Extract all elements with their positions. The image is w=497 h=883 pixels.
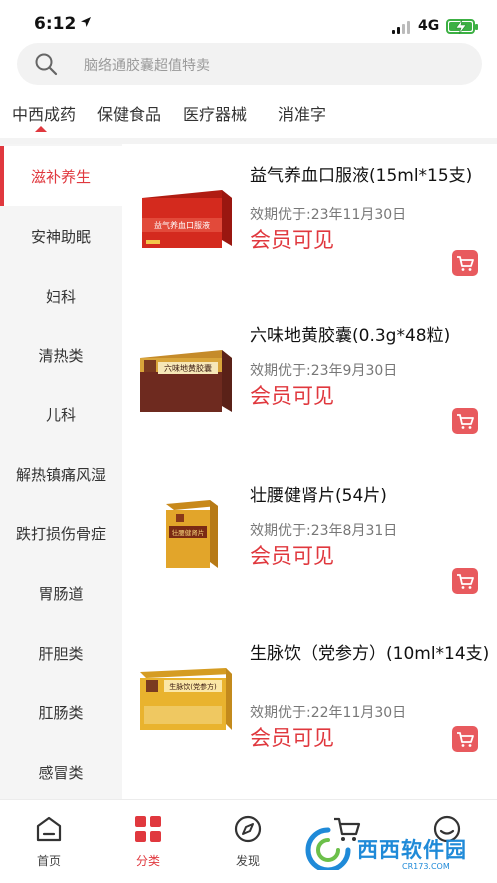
category-icon [135, 816, 161, 842]
product-box-label: 壮腰健肾片 [172, 528, 205, 537]
product-image: 六味地黄胶囊 [140, 350, 232, 412]
tab-health-food[interactable]: 保健食品 [97, 101, 161, 125]
sidebar-item-pediatrics[interactable]: 儿科 [0, 384, 122, 444]
add-to-cart-button[interactable] [452, 568, 478, 594]
product-expiry: 效期优于:22年11月30日 [250, 705, 407, 721]
sidebar-item-gynecology[interactable]: 妇科 [0, 266, 122, 326]
nav-category[interactable]: 分类 [113, 800, 183, 883]
product-image: 益气养血口服液 [142, 190, 232, 248]
product-expiry: 效期优于:23年11月30日 [250, 207, 407, 223]
watermark-sub: CR173.COM [402, 862, 450, 871]
nav-discover-label: 发现 [235, 854, 260, 868]
product-price: 会员可见 [250, 228, 334, 252]
product-price: 会员可见 [250, 544, 334, 568]
status-time: 6:12 [34, 14, 77, 34]
watermark-text: 西西软件园 [357, 838, 467, 862]
tab-western-chinese-medicine[interactable]: 中西成药 [12, 101, 76, 125]
sidebar-item-nourishing[interactable]: 滋补养生 [0, 146, 122, 206]
product-title[interactable]: 益气养血口服液(15ml*15支) [250, 164, 490, 188]
product-card[interactable]: 六味地黄胶囊 六味地黄胶囊(0.3g*48粒) 效期优于:23年9月30日 会员… [122, 310, 497, 470]
product-expiry: 效期优于:23年8月31日 [250, 523, 398, 539]
home-icon [36, 816, 62, 842]
add-to-cart-button[interactable] [452, 250, 478, 276]
network-label: 4G [418, 18, 440, 34]
sidebar-item-trauma[interactable]: 跌打损伤骨症 [0, 503, 122, 563]
cart-icon [457, 256, 474, 271]
search-placeholder: 脑络通胶囊超值特卖 [84, 58, 210, 74]
product-card[interactable]: 益气养血口服液 益气养血口服液(15ml*15支) 效期优于:23年11月30日… [122, 150, 497, 310]
product-box-label: 六味地黄胶囊 [164, 363, 212, 373]
tab-disinfection[interactable]: 消准字 [278, 101, 326, 125]
cart-icon [457, 574, 474, 589]
product-expiry: 效期优于:23年9月30日 [250, 363, 398, 379]
product-box-label: 生脉饮(党参方) [169, 682, 217, 691]
sidebar-item-cold[interactable]: 感冒类 [0, 742, 122, 802]
site-watermark: 西西软件园 CR173.COM [302, 826, 492, 876]
product-title[interactable]: 六味地黄胶囊(0.3g*48粒) [250, 324, 490, 348]
product-image: 生脉饮(党参方) [140, 668, 232, 730]
search-icon [35, 53, 58, 76]
product-price: 会员可见 [250, 726, 334, 750]
sidebar: 滋补养生 安神助眠 妇科 清热类 儿科 解热镇痛风湿 跌打损伤骨症 胃肠道 肝胆… [0, 144, 122, 799]
add-to-cart-button[interactable] [452, 726, 478, 752]
product-price: 会员可见 [250, 384, 334, 408]
battery-icon [446, 19, 478, 34]
active-tab-indicator [35, 126, 47, 132]
product-card[interactable]: 壮腰健肾片 壮腰健肾片(54片) 效期优于:23年8月31日 会员可见 [122, 470, 497, 630]
sidebar-item-antipyretic[interactable]: 解热镇痛风湿 [0, 444, 122, 504]
status-bar: 6:12 4G [0, 0, 497, 40]
cart-icon [457, 414, 474, 429]
product-box-label: 益气养血口服液 [154, 220, 210, 230]
product-title[interactable]: 生脉饮（党参方）(10ml*14支) [250, 642, 490, 666]
sidebar-item-sleep[interactable]: 安神助眠 [0, 206, 122, 266]
product-image: 壮腰健肾片 [166, 500, 218, 568]
product-card[interactable]: 生脉饮(党参方) 生脉饮（党参方）(10ml*14支) 效期优于:22年11月3… [122, 630, 497, 790]
nav-home[interactable]: 首页 [14, 800, 84, 883]
add-to-cart-button[interactable] [452, 408, 478, 434]
sidebar-item-anorectal[interactable]: 肛肠类 [0, 682, 122, 742]
sidebar-item-heat-clearing[interactable]: 清热类 [0, 325, 122, 385]
location-arrow-icon [81, 17, 91, 27]
product-title[interactable]: 壮腰健肾片(54片) [250, 484, 490, 508]
search-bar[interactable]: 脑络通胶囊超值特卖 [17, 43, 482, 85]
category-tabs: 中西成药 保健食品 医疗器械 消准字 [0, 98, 497, 138]
signal-icon [392, 20, 410, 34]
tab-medical-devices[interactable]: 医疗器械 [183, 101, 247, 125]
nav-home-label: 首页 [36, 854, 61, 868]
watermark-logo-icon [305, 827, 351, 873]
nav-category-label: 分类 [135, 854, 160, 868]
compass-icon [234, 815, 262, 843]
nav-discover[interactable]: 发现 [213, 800, 283, 883]
sidebar-item-liver[interactable]: 肝胆类 [0, 623, 122, 683]
cart-icon [457, 732, 474, 747]
sidebar-item-gastro[interactable]: 胃肠道 [0, 563, 122, 623]
